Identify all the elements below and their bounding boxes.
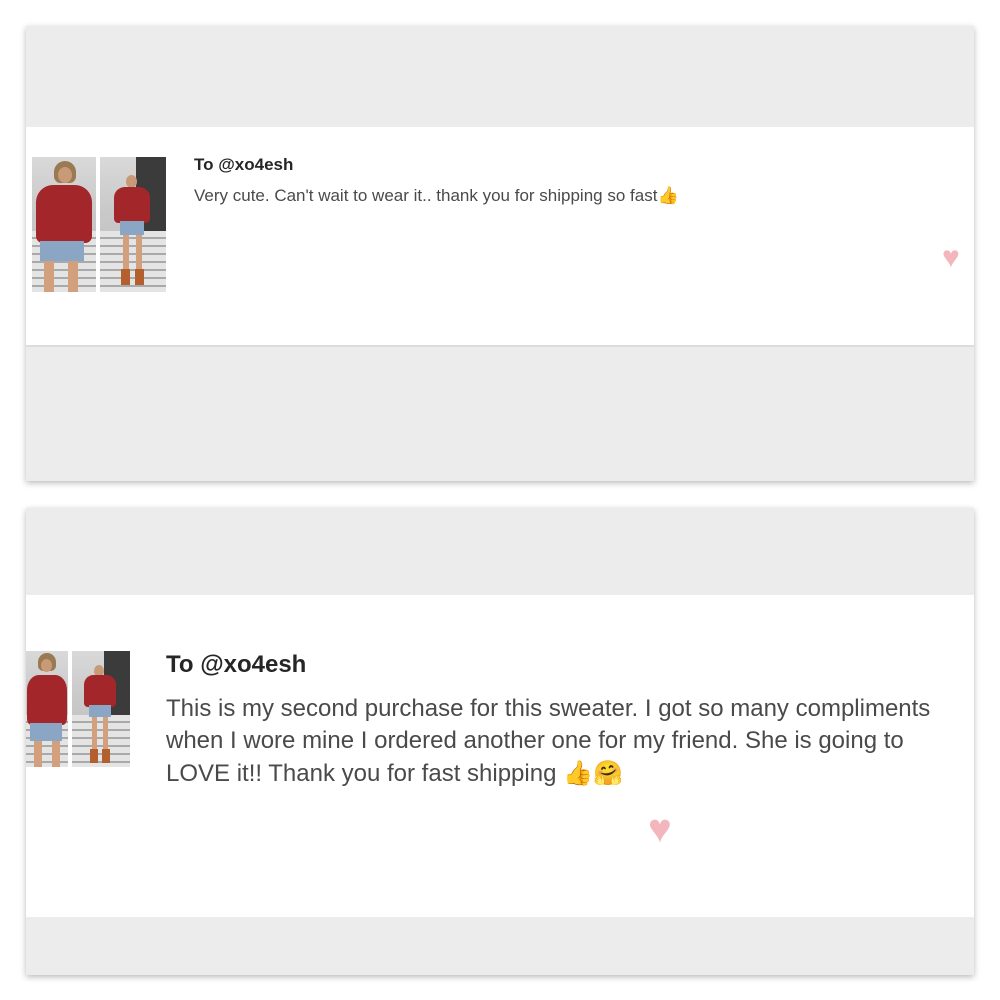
review-text: This is my second purchase for this swea… (166, 695, 931, 787)
review-row: To @xo4esh Very cute. Can't wait to wear… (26, 127, 974, 345)
product-photo-full[interactable] (100, 157, 166, 292)
product-thumbnails[interactable] (32, 157, 166, 292)
recipient-label: To @xo4esh (166, 651, 307, 678)
heart-icon[interactable]: ♥ (648, 809, 672, 849)
product-photo-front[interactable] (26, 651, 68, 767)
review-row: To @xo4esh This is my second purchase fo… (26, 595, 974, 917)
review-card-1: To @xo4esh Very cute. Can't wait to wear… (26, 26, 974, 481)
product-thumbnails[interactable] (26, 651, 130, 767)
heart-icon[interactable]: ♥ (942, 243, 960, 273)
thumbs-up-hug-emoji: 👍🤗 (563, 759, 623, 787)
divider (26, 345, 974, 347)
product-photo-full[interactable] (72, 651, 130, 767)
recipient-label: To @xo4esh (194, 155, 294, 174)
thumbs-up-emoji: 👍 (657, 186, 679, 206)
product-photo-front[interactable] (32, 157, 96, 292)
review-card-2: To @xo4esh This is my second purchase fo… (26, 508, 974, 975)
review-text: Very cute. Can't wait to wear it.. thank… (194, 186, 679, 206)
